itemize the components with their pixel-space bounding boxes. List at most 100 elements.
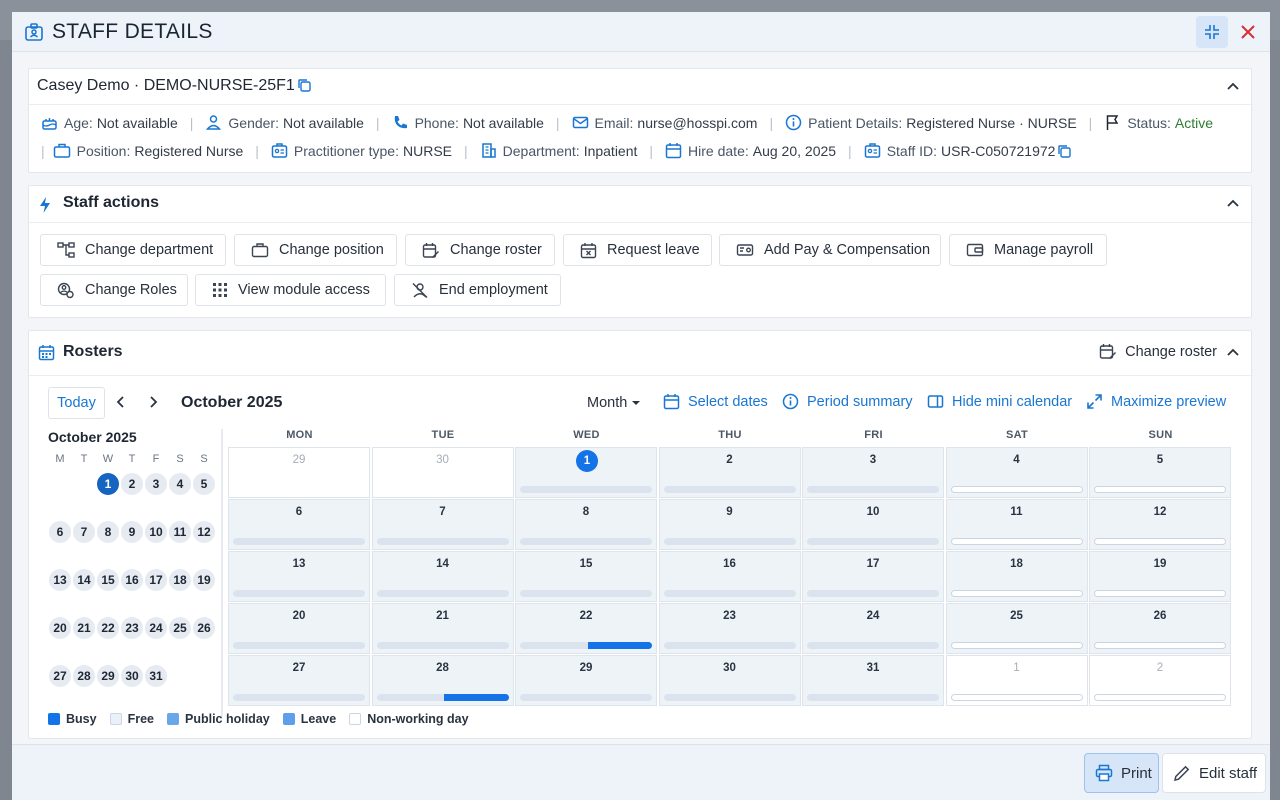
end-employment-button[interactable]: End employment	[394, 274, 561, 306]
calendar-day-cell[interactable]: 7	[371, 499, 514, 550]
today-button[interactable]: Today	[48, 387, 105, 419]
mini-calendar-day[interactable]: 4	[169, 473, 191, 495]
mini-calendar-day[interactable]: 30	[121, 665, 143, 687]
calendar-day-cell[interactable]: 12	[1089, 499, 1231, 550]
mini-calendar-day[interactable]: 6	[49, 521, 71, 543]
calendar-day-cell[interactable]: 17	[802, 551, 944, 602]
calendar-day-cell[interactable]: 30	[371, 447, 514, 498]
edit-staff-button[interactable]: Edit staff	[1162, 753, 1266, 793]
change-roster-link[interactable]: Change roster	[1099, 343, 1217, 360]
add-pay-compensation-button[interactable]: Add Pay & Compensation	[719, 234, 941, 266]
change-roles-button[interactable]: Change Roles	[40, 274, 188, 306]
change-position-button[interactable]: Change position	[234, 234, 397, 266]
mini-calendar-day[interactable]: 5	[193, 473, 215, 495]
calendar-day-cell[interactable]: 29	[515, 655, 657, 706]
hide-mini-calendar-link[interactable]: Hide mini calendar	[927, 393, 1072, 410]
calendar-day-cell[interactable]: 15	[515, 551, 657, 602]
calendar-day-cell[interactable]: 8	[515, 499, 657, 550]
mini-calendar-day[interactable]: 24	[145, 617, 167, 639]
calendar-day-cell[interactable]: 2	[1089, 655, 1231, 706]
mini-calendar-day[interactable]: 23	[121, 617, 143, 639]
availability-bar	[520, 694, 652, 701]
calendar-day-cell[interactable]: 1	[515, 447, 657, 498]
mini-calendar-day[interactable]: 9	[121, 521, 143, 543]
mini-calendar-day[interactable]: 12	[193, 521, 215, 543]
calendar-day-cell[interactable]: 5	[1089, 447, 1231, 498]
mini-calendar-day[interactable]: 25	[169, 617, 191, 639]
calendar-day-cell[interactable]: 23	[658, 603, 801, 654]
calendar-day-cell[interactable]: 3	[802, 447, 944, 498]
print-button[interactable]: Print	[1084, 753, 1159, 793]
calendar-day-cell[interactable]: 13	[228, 551, 370, 602]
minimize-button[interactable]	[1196, 16, 1228, 48]
mini-calendar-day[interactable]: 21	[73, 617, 95, 639]
calendar-day-cell[interactable]: 31	[802, 655, 944, 706]
mini-calendar-day[interactable]: 10	[145, 521, 167, 543]
calendar-day-cell[interactable]: 1	[945, 655, 1088, 706]
mini-calendar-day[interactable]: 15	[97, 569, 119, 591]
mini-calendar-day[interactable]: 1	[97, 473, 119, 495]
mini-calendar-day[interactable]: 26	[193, 617, 215, 639]
mini-calendar-day[interactable]: 3	[145, 473, 167, 495]
mini-calendar-day[interactable]: 17	[145, 569, 167, 591]
chevron-up-icon[interactable]	[1225, 345, 1241, 361]
legend-label: Free	[127, 712, 154, 726]
availability-bar	[520, 538, 652, 545]
view-mode-select[interactable]: Month	[587, 395, 641, 411]
calendar-day-cell[interactable]: 10	[802, 499, 944, 550]
maximize-preview-link[interactable]: Maximize preview	[1086, 393, 1226, 410]
mini-calendar-day[interactable]: 22	[97, 617, 119, 639]
mini-calendar-day[interactable]: 31	[145, 665, 167, 687]
copy-icon[interactable]	[297, 78, 311, 92]
mini-calendar-day[interactable]: 28	[73, 665, 95, 687]
close-button[interactable]	[1232, 16, 1264, 48]
mini-calendar-day[interactable]: 27	[49, 665, 71, 687]
mini-calendar-day[interactable]: 16	[121, 569, 143, 591]
day-number: 13	[292, 558, 306, 570]
availability-bar	[233, 694, 365, 701]
period-summary-link[interactable]: Period summary	[782, 393, 913, 410]
calendar-day-cell[interactable]: 18	[945, 551, 1088, 602]
calendar-day-cell[interactable]: 25	[945, 603, 1088, 654]
calendar-day-cell[interactable]: 6	[228, 499, 370, 550]
calendar-day-cell[interactable]: 19	[1089, 551, 1231, 602]
calendar-day-cell[interactable]: 27	[228, 655, 370, 706]
change-department-button[interactable]: Change department	[40, 234, 226, 266]
mini-calendar-day[interactable]: 7	[73, 521, 95, 543]
mini-calendar-day[interactable]: 14	[73, 569, 95, 591]
calendar-day-cell[interactable]: 11	[945, 499, 1088, 550]
manage-payroll-button[interactable]: Manage payroll	[949, 234, 1107, 266]
chevron-right-icon[interactable]	[145, 394, 161, 410]
mini-calendar-day[interactable]: 13	[49, 569, 71, 591]
mini-calendar-day[interactable]: 8	[97, 521, 119, 543]
chevron-up-icon[interactable]	[1225, 196, 1241, 212]
calendar-day-cell[interactable]: 28	[371, 655, 514, 706]
calendar-day-cell[interactable]: 30	[658, 655, 801, 706]
mini-calendar-day[interactable]: 2	[121, 473, 143, 495]
calendar-day-cell[interactable]: 24	[802, 603, 944, 654]
request-leave-button[interactable]: Request leave	[563, 234, 712, 266]
calendar-day-cell[interactable]: 14	[371, 551, 514, 602]
calendar-day-cell[interactable]: 9	[658, 499, 801, 550]
chevron-up-icon[interactable]	[1225, 79, 1241, 95]
calendar-day-cell[interactable]: 21	[371, 603, 514, 654]
view-module-access-button[interactable]: View module access	[195, 274, 386, 306]
calendar-day-cell[interactable]: 2	[658, 447, 801, 498]
mini-calendar-day[interactable]: 29	[97, 665, 119, 687]
mini-calendar-day[interactable]: 20	[49, 617, 71, 639]
mini-calendar-day[interactable]: 18	[169, 569, 191, 591]
calendar-day-cell[interactable]: 16	[658, 551, 801, 602]
select-dates-link[interactable]: Select dates	[663, 393, 768, 410]
calendar-day-cell[interactable]: 26	[1089, 603, 1231, 654]
chevron-left-icon[interactable]	[113, 394, 129, 410]
copy-icon[interactable]	[1057, 144, 1072, 158]
mini-calendar-day[interactable]: 11	[169, 521, 191, 543]
calendar-day-cell[interactable]: 29	[228, 447, 370, 498]
legend-label: Non-working day	[367, 712, 469, 726]
availability-bar	[376, 642, 509, 649]
mini-calendar-day[interactable]: 19	[193, 569, 215, 591]
calendar-day-cell[interactable]: 22	[515, 603, 657, 654]
change-roster-button[interactable]: Change roster	[405, 234, 555, 266]
calendar-day-cell[interactable]: 20	[228, 603, 370, 654]
calendar-day-cell[interactable]: 4	[945, 447, 1088, 498]
